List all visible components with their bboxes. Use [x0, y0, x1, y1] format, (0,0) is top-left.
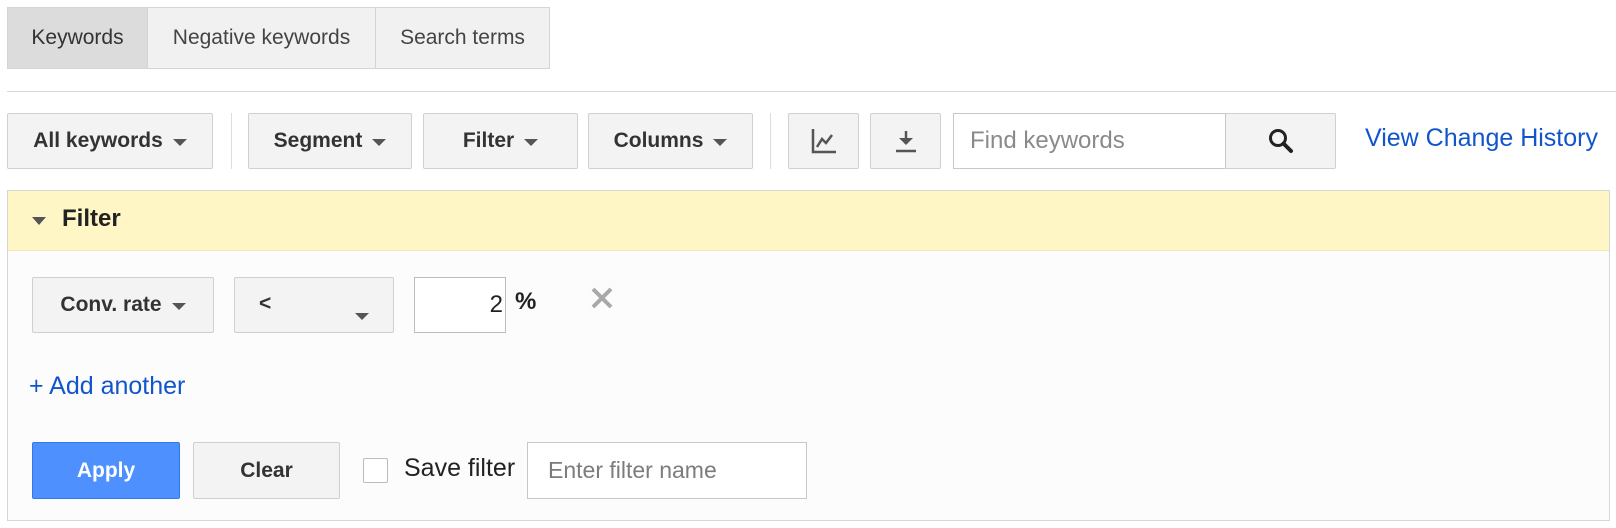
segment-label: Segment	[273, 129, 363, 152]
apply-button[interactable]: Apply	[32, 442, 180, 499]
filter-panel-title: Filter	[62, 205, 121, 232]
caret-down-icon[interactable]	[31, 215, 47, 227]
chevron-down-icon	[172, 138, 187, 146]
filter-panel-header[interactable]	[8, 191, 1609, 251]
download-button[interactable]	[870, 113, 941, 169]
filter-label: Filter	[462, 129, 515, 152]
search-input[interactable]	[953, 113, 1226, 169]
filter-operator-label: <	[259, 292, 272, 315]
chevron-down-icon	[171, 302, 186, 310]
tab-negative-keywords[interactable]: Negative keywords	[147, 7, 376, 69]
filter-field-label: Conv. rate	[60, 293, 162, 316]
tab-search-terms[interactable]: Search terms	[375, 7, 550, 69]
columns-label: Columns	[613, 129, 704, 152]
filter-operator-dropdown[interactable]: <	[234, 277, 394, 333]
view-change-history-link[interactable]: View Change History	[1365, 124, 1598, 153]
filter-field-dropdown[interactable]: Conv. rate	[32, 277, 214, 333]
download-icon	[895, 131, 916, 153]
all-keywords-dropdown[interactable]: All keywords	[7, 113, 213, 169]
filter-name-input[interactable]	[527, 442, 807, 499]
chart-button[interactable]	[788, 113, 859, 169]
line-chart-icon	[811, 129, 836, 154]
close-icon[interactable]	[590, 286, 614, 310]
tabs-divider	[7, 91, 1616, 92]
save-filter-checkbox[interactable]	[363, 458, 388, 483]
chevron-down-icon	[524, 138, 539, 146]
percent-unit: %	[515, 288, 537, 315]
chevron-down-icon	[372, 138, 387, 146]
toolbar-divider	[770, 113, 771, 169]
segment-dropdown[interactable]: Segment	[248, 113, 412, 169]
search-icon	[1268, 129, 1293, 153]
search-button[interactable]	[1225, 113, 1336, 169]
add-another-link[interactable]: + Add another	[29, 372, 185, 401]
save-filter-label: Save filter	[404, 454, 516, 482]
chevron-down-icon	[355, 313, 369, 320]
chevron-down-icon	[713, 138, 728, 146]
all-keywords-label: All keywords	[33, 129, 163, 152]
filter-dropdown[interactable]: Filter	[423, 113, 578, 169]
toolbar-divider	[231, 113, 232, 169]
filter-value-input[interactable]	[414, 277, 506, 333]
columns-dropdown[interactable]: Columns	[588, 113, 753, 169]
clear-button[interactable]: Clear	[193, 442, 340, 499]
tab-keywords[interactable]: Keywords	[7, 7, 148, 69]
